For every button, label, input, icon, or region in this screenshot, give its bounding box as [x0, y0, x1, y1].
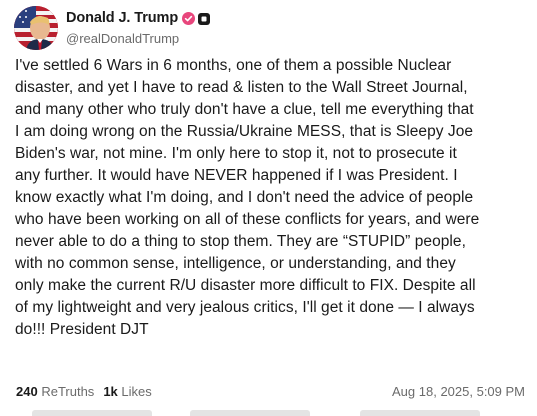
post-body-line: any further. It would have NEVER happene…	[15, 167, 458, 184]
likes-count: 1k	[103, 384, 118, 399]
likes-label: Likes	[121, 384, 152, 399]
retruths-label: ReTruths	[41, 384, 95, 399]
verified-badge-icon	[182, 11, 196, 25]
post-author: Donald J. Trump @realDonaldTrump	[66, 9, 211, 46]
post-body-line: only make the current R/U disaster more …	[15, 277, 476, 294]
post-card: Donald J. Trump @realDonaldTrump I've se…	[0, 0, 537, 416]
action-bar-stub	[360, 410, 480, 416]
author-display-name[interactable]: Donald J. Trump	[66, 10, 178, 26]
retruths-count: 240	[16, 384, 38, 399]
post-body-line: do!!! President DJT	[15, 321, 149, 338]
post-stats: 240 ReTruths 1k Likes	[16, 384, 152, 399]
post-body-line: know exactly what I'm doing, and I don't…	[15, 189, 474, 206]
action-bar-stub	[32, 410, 152, 416]
action-bar-stub	[190, 410, 310, 416]
post-body-line: I've settled 6 Wars in 6 months, one of …	[15, 57, 452, 74]
avatar[interactable]	[14, 6, 58, 50]
post-body-line: Biden's war, not mine. I'm only here to …	[15, 145, 457, 162]
post-body: I've settled 6 Wars in 6 months, one of …	[15, 55, 530, 341]
square-badge-icon	[198, 12, 211, 25]
avatar-image	[14, 6, 58, 50]
post-body-line: of my lightweight and very jealous criti…	[15, 299, 475, 316]
likes-stat[interactable]: 1k Likes	[103, 384, 151, 399]
post-body-line: disaster, and yet I have to read & liste…	[15, 79, 468, 96]
author-handle[interactable]: @realDonaldTrump	[66, 31, 210, 46]
author-name-row: Donald J. Trump	[66, 9, 211, 27]
retruths-stat[interactable]: 240 ReTruths	[16, 384, 94, 399]
post-body-line: who have been working on all of these co…	[15, 211, 480, 228]
post-timestamp[interactable]: Aug 18, 2025, 5:09 PM	[392, 384, 525, 399]
post-body-line: I am doing wrong on the Russia/Ukraine M…	[15, 123, 474, 140]
post-body-line: never able to do a thing to stop them. T…	[15, 233, 466, 250]
post-body-line: and many other who truly don't have a cl…	[15, 101, 474, 118]
post-body-line: with no common sense, intelligence, or u…	[15, 255, 456, 272]
